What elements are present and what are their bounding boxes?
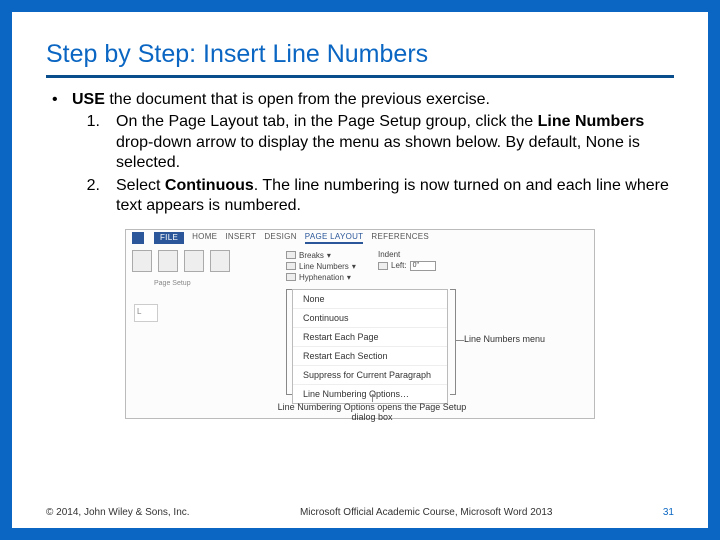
callout-line-right <box>456 340 464 341</box>
title-rule <box>46 75 674 78</box>
page-number: 31 <box>663 507 674 518</box>
breaks-button[interactable]: Breaks ▾ <box>286 250 356 261</box>
menu-item-restart-section[interactable]: Restart Each Section <box>293 347 447 366</box>
page-title: Step by Step: Insert Line Numbers <box>46 40 674 75</box>
tab-references[interactable]: REFERENCES <box>371 232 429 244</box>
intro-bullet: • USE the document that is open from the… <box>46 90 674 217</box>
step-1: 1. On the Page Layout tab, in the Page S… <box>72 112 674 173</box>
tab-file[interactable]: FILE <box>154 232 184 244</box>
bracket-right <box>450 289 456 395</box>
callout-bottom: Line Numbering Options opens the Page Se… <box>272 402 472 422</box>
arrow-up-icon <box>372 394 373 402</box>
tab-design[interactable]: DESIGN <box>264 232 296 244</box>
step-2-bold: Continuous <box>165 177 254 194</box>
document-ruler-l: L <box>134 304 158 322</box>
line-numbers-button[interactable]: Line Numbers ▾ <box>286 261 356 272</box>
orientation-button[interactable] <box>158 250 178 272</box>
footer-center: Microsoft Official Academic Course, Micr… <box>190 507 663 518</box>
columns-button[interactable] <box>210 250 230 272</box>
step-1-num: 1. <box>72 112 116 173</box>
hyphenation-button[interactable]: Hyphenation ▾ <box>286 272 356 283</box>
indent-left-label: Left: <box>391 261 407 270</box>
indent-left-input[interactable]: 0" <box>410 261 436 271</box>
size-button[interactable] <box>184 250 204 272</box>
indent-header: Indent <box>378 250 436 259</box>
footer-copyright: © 2014, John Wiley & Sons, Inc. <box>46 507 190 518</box>
intro-rest: the document that is open from the previ… <box>105 91 490 108</box>
line-numbers-menu: None Continuous Restart Each Page Restar… <box>292 289 448 404</box>
tab-insert[interactable]: INSERT <box>225 232 256 244</box>
footer: © 2014, John Wiley & Sons, Inc. Microsof… <box>46 507 674 518</box>
indent-left-icon <box>378 262 388 270</box>
body-text: • USE the document that is open from the… <box>46 90 674 217</box>
menu-item-restart-page[interactable]: Restart Each Page <box>293 328 447 347</box>
indent-left-row: Left: 0" <box>378 261 436 271</box>
menu-item-suppress[interactable]: Suppress for Current Paragraph <box>293 366 447 385</box>
callout-right: Line Numbers menu <box>464 334 545 344</box>
bullet-glyph: • <box>46 90 72 217</box>
slide: Step by Step: Insert Line Numbers • USE … <box>12 12 708 528</box>
group-page-setup <box>132 250 230 272</box>
menu-item-none[interactable]: None <box>293 290 447 309</box>
step-1-bold: Line Numbers <box>538 113 645 130</box>
ribbon-screenshot: FILE HOME INSERT DESIGN PAGE LAYOUT REFE… <box>125 229 595 419</box>
step-2: 2. Select Continuous. The line numbering… <box>72 176 674 217</box>
step-2-num: 2. <box>72 176 116 217</box>
tab-home[interactable]: HOME <box>192 232 217 244</box>
margins-button[interactable] <box>132 250 152 272</box>
menu-item-continuous[interactable]: Continuous <box>293 309 447 328</box>
group-label-page-setup: Page Setup <box>154 280 191 287</box>
word-icon <box>132 232 144 244</box>
intro-bold: USE <box>72 91 105 108</box>
tab-page-layout[interactable]: PAGE LAYOUT <box>305 232 364 244</box>
